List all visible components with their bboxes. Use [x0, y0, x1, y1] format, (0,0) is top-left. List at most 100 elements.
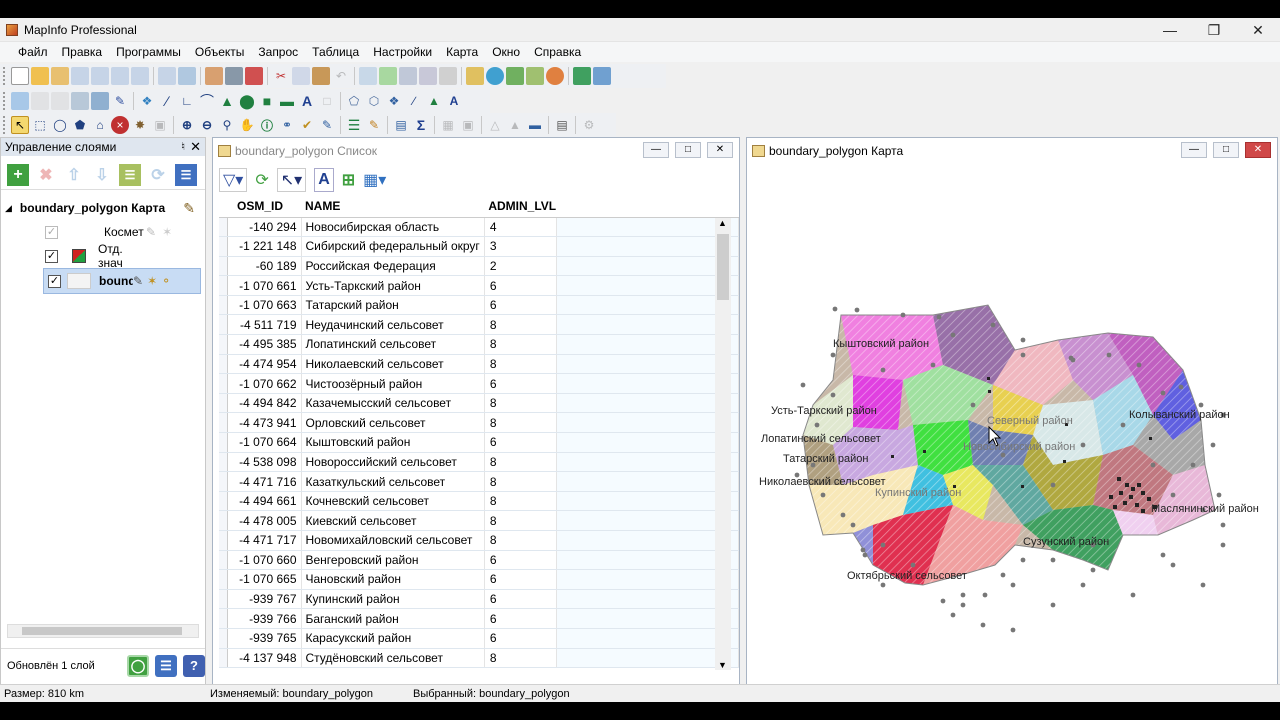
cell-osm-id[interactable]: -1 070 662 [227, 373, 302, 394]
grabber-icon[interactable]: ✋ [238, 116, 256, 134]
marquee-icon[interactable]: ✎ [111, 92, 129, 110]
cell-osm-id[interactable]: -1 070 661 [227, 275, 302, 296]
polyline-icon[interactable] [71, 92, 89, 110]
table-row[interactable]: -1 070 662 Чистоозёрный район 6 [219, 373, 739, 394]
refresh-browser-icon[interactable]: ⟳ [255, 168, 268, 192]
settlement-point[interactable] [1010, 582, 1016, 588]
info-tool-icon[interactable]: ⓘ [258, 116, 276, 134]
table-row[interactable]: -1 070 663 Татарский район 6 [219, 295, 739, 316]
settlement-point[interactable] [950, 612, 956, 618]
cell-name[interactable]: Купинский район [301, 589, 485, 610]
cell-name[interactable]: Чистоозёрный район [301, 373, 485, 394]
row-selector[interactable] [219, 256, 228, 277]
cell-name[interactable]: Новосибирская область [301, 217, 485, 238]
cell-osm-id[interactable]: -1 070 663 [227, 295, 302, 316]
cell-admin-lvl[interactable]: 8 [484, 354, 557, 375]
table-row[interactable]: -939 767 Купинский район 6 [219, 589, 739, 610]
label-icon[interactable]: ⚬ [161, 274, 171, 288]
settlement-point[interactable] [936, 314, 942, 320]
toolbar-grip[interactable] [3, 92, 7, 110]
table-row[interactable]: -4 494 842 Казачемысский сельсовет 8 [219, 393, 739, 414]
settlement-point[interactable] [990, 322, 996, 328]
settlement-point[interactable] [840, 512, 846, 518]
cell-name[interactable]: Татарский район [301, 295, 485, 316]
menu-edit[interactable]: Правка [60, 42, 111, 62]
paste-icon[interactable] [312, 67, 330, 85]
cell-name[interactable]: Казачемысский сельсовет [301, 393, 485, 414]
cell-osm-id[interactable]: -4 478 005 [227, 510, 302, 531]
settlement-point[interactable] [1120, 422, 1126, 428]
polyline-draw-icon[interactable]: ∟ [178, 92, 196, 110]
cell-osm-id[interactable]: -4 473 941 [227, 412, 302, 434]
settlement-point[interactable] [860, 547, 866, 553]
cell-osm-id[interactable]: -939 767 [227, 589, 302, 610]
refresh-icon[interactable]: ⟳ [147, 164, 169, 186]
row-selector[interactable] [219, 510, 228, 531]
settlement-point[interactable] [880, 367, 886, 373]
settlement-point[interactable] [1220, 542, 1226, 548]
row-selector[interactable] [219, 412, 228, 434]
new-browser-icon[interactable] [359, 67, 377, 85]
cell-osm-id[interactable]: -140 294 [227, 217, 302, 238]
cell-admin-lvl[interactable]: 4 [484, 217, 557, 238]
pick-fields-icon[interactable]: ▦▾ [363, 168, 386, 192]
move-up-icon[interactable]: ⇧ [63, 164, 85, 186]
scrollbar-thumb[interactable] [717, 234, 729, 300]
tool-manager-icon[interactable] [466, 67, 484, 85]
settlement-point[interactable] [960, 602, 966, 608]
select-tool-icon[interactable]: ↖▾ [276, 168, 307, 192]
settlement-point[interactable] [1160, 390, 1166, 396]
cell-name[interactable]: Карасукский район [301, 628, 485, 649]
collapse-icon[interactable]: ◢ [5, 203, 12, 214]
print-icon[interactable] [225, 67, 243, 85]
cell-name[interactable]: Сибирский федеральный округ [301, 236, 485, 257]
selectable-icon[interactable]: ✶ [147, 274, 157, 288]
open-workspace-icon[interactable] [51, 67, 69, 85]
filter-icon[interactable]: ▽▾ [219, 168, 248, 192]
save-table-icon[interactable] [91, 67, 109, 85]
cell-osm-id[interactable]: -4 494 842 [227, 393, 302, 414]
selectable-icon[interactable]: ✶ [162, 225, 172, 239]
cell-admin-lvl[interactable]: 8 [484, 471, 557, 492]
menu-options[interactable]: Настройки [371, 42, 440, 62]
cell-admin-lvl[interactable]: 6 [484, 373, 557, 394]
catalog-icon[interactable] [506, 67, 524, 85]
add-layer-icon[interactable]: + [7, 163, 29, 186]
settlement-point[interactable] [950, 332, 956, 338]
cell-admin-lvl[interactable]: 8 [484, 314, 557, 336]
settlement-point[interactable] [1080, 582, 1086, 588]
invert-selection-icon[interactable]: ✸ [131, 116, 149, 134]
cell-osm-id[interactable]: -1 221 148 [227, 236, 302, 257]
row-selector[interactable] [219, 530, 228, 551]
clip-region-icon[interactable]: ▦ [439, 116, 457, 134]
layer-row-boundary[interactable]: ✓ boundary_polygon ✎ ✶ ⚬ [43, 268, 201, 294]
arc-icon[interactable] [91, 92, 109, 110]
row-selector[interactable] [219, 393, 228, 414]
ellipse-icon[interactable]: ⬤ [238, 92, 256, 110]
cell-osm-id[interactable]: -4 538 098 [227, 452, 302, 473]
frame-icon[interactable]: □ [318, 92, 336, 110]
restore-button[interactable]: ❐ [1192, 18, 1236, 42]
cell-name[interactable]: Венгеровский район [301, 550, 485, 571]
run-program-icon[interactable] [573, 67, 591, 85]
settlement-point[interactable] [880, 582, 886, 588]
table-row[interactable]: -4 474 954 Николаевский сельсовет 8 [219, 354, 739, 375]
cell-name[interactable]: Кыштовский район [301, 432, 485, 453]
remove-layer-icon[interactable]: ✖ [35, 164, 57, 186]
table-row[interactable]: -4 538 098 Новороссийский сельсовет 8 [219, 452, 739, 473]
open-icon[interactable] [31, 67, 49, 85]
layer-row-thematic[interactable]: ✓ Отд. знач [5, 242, 201, 270]
cell-osm-id[interactable]: -4 474 954 [227, 354, 302, 375]
cell-admin-lvl[interactable]: 8 [484, 491, 557, 512]
text-style-icon[interactable]: A [445, 92, 463, 110]
settlement-point[interactable] [850, 522, 856, 528]
layer-properties-footer-icon[interactable]: ☰ [155, 654, 177, 677]
draw-object-icon[interactable] [11, 92, 29, 110]
scroll-up-icon[interactable]: ▲ [718, 218, 727, 228]
split-icon[interactable]: △ [486, 116, 504, 134]
move-down-icon[interactable]: ⇩ [91, 164, 113, 186]
cell-name[interactable]: Орловский сельсовет [301, 412, 485, 434]
cell-admin-lvl[interactable]: 6 [484, 628, 557, 649]
new-graph-icon[interactable] [399, 67, 417, 85]
cell-admin-lvl[interactable]: 8 [484, 393, 557, 414]
